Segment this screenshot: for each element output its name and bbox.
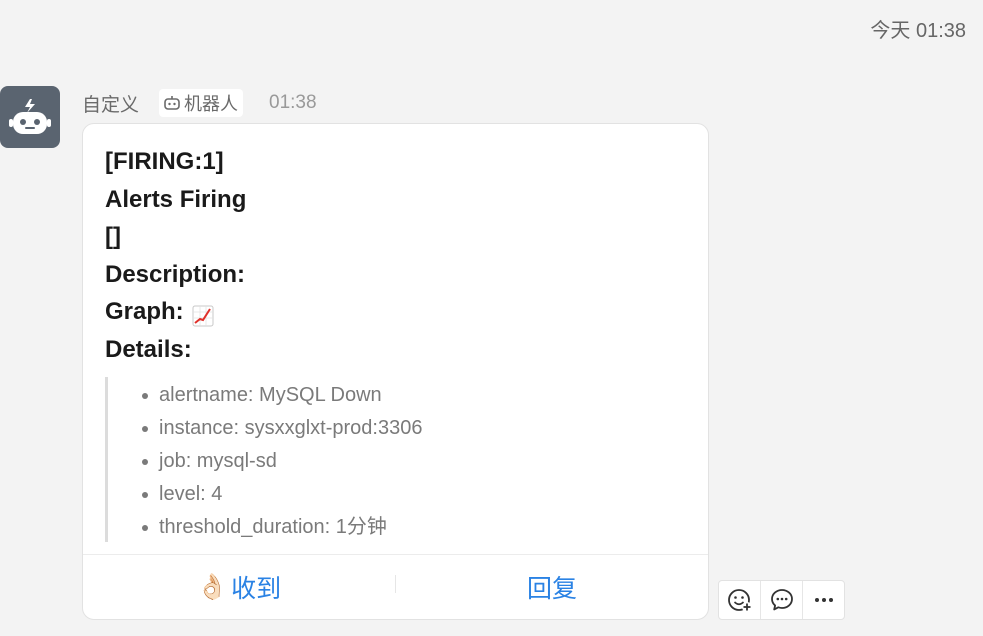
- bot-tag: 机器人: [159, 89, 244, 117]
- reply-button-label: 回复: [526, 575, 577, 603]
- more-options-button[interactable]: [803, 581, 844, 619]
- received-button[interactable]: 👌🏻 收到: [83, 555, 395, 619]
- alerts-firing-heading: Alerts Firing: [105, 185, 247, 213]
- comment-button[interactable]: [761, 581, 803, 619]
- list-item: instance: sysxxglxt-prod:3306: [142, 412, 686, 445]
- firing-status: [FIRING:1]: [105, 148, 224, 175]
- robot-icon: [9, 99, 51, 134]
- sender-name[interactable]: 自定义: [82, 90, 139, 117]
- details-quote-block: alertname: MySQL Down instance: sysxxglx…: [105, 377, 686, 542]
- alert-message-card: [FIRING:1] Alerts Firing [] Description:…: [82, 123, 709, 620]
- empty-list-text: []: [105, 223, 121, 250]
- chart-increasing-icon[interactable]: [192, 301, 214, 327]
- chat-date-time: 今天 01:38: [870, 20, 966, 42]
- details-label: Details:: [105, 335, 192, 363]
- bot-avatar[interactable]: [0, 86, 60, 148]
- bot-tag-label: 机器人: [184, 94, 239, 114]
- graph-label: Graph:: [105, 298, 184, 325]
- list-item: alertname: MySQL Down: [142, 379, 686, 412]
- message-meta: 自定义 机器人 01:38: [82, 89, 317, 117]
- add-reaction-button[interactable]: [719, 581, 761, 619]
- message-hover-toolbar: [718, 580, 845, 620]
- more-icon: [814, 598, 833, 602]
- ok-hand-icon: 👌🏻: [196, 572, 229, 601]
- graph-row: Graph:: [105, 293, 686, 331]
- reply-button[interactable]: 回复: [396, 555, 708, 619]
- sent-time: 01:38: [269, 92, 317, 113]
- details-list: alertname: MySQL Down instance: sysxxglx…: [108, 379, 686, 544]
- robot-icon: [164, 96, 180, 110]
- description-label: Description:: [105, 260, 246, 288]
- card-actions: 👌🏻 收到 回复: [83, 555, 708, 619]
- add-reaction-icon: [727, 589, 752, 612]
- list-item: level: 4: [142, 478, 686, 511]
- list-item: threshold_duration: 1分钟: [142, 511, 686, 544]
- received-button-label: 收到: [231, 575, 282, 603]
- list-item: job: mysql-sd: [142, 445, 686, 478]
- comment-icon: [770, 589, 793, 611]
